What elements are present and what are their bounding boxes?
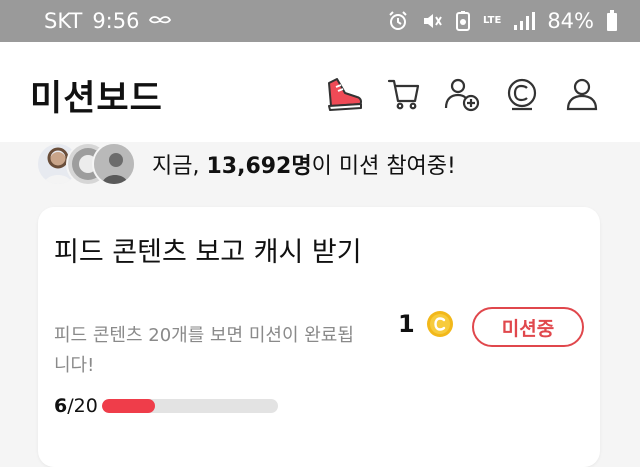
coin-icon <box>425 309 455 339</box>
participants-text: 지금, 13,692명이 미션 참여중! <box>152 148 456 180</box>
lte-icon: LTE <box>483 16 501 26</box>
progress-fill <box>102 399 155 413</box>
cash-icon[interactable] <box>500 72 544 116</box>
carrier-label: SKT <box>44 9 83 33</box>
mission-title: 피드 콘텐츠 보고 캐시 받기 <box>54 237 362 268</box>
add-friend-icon[interactable] <box>440 72 484 116</box>
mission-reward: 1 <box>398 309 455 339</box>
mission-progress: 6/20 <box>54 395 278 417</box>
mission-description: 피드 콘텐츠 20개를 보면 미션이 완료됩니다! <box>54 325 354 376</box>
status-right: LTE 84% <box>387 9 618 33</box>
reward-amount: 1 <box>398 310 415 338</box>
progress-total: /20 <box>67 395 98 417</box>
data-saver-icon <box>455 10 471 32</box>
profile-icon[interactable] <box>560 72 604 116</box>
progress-text: 6/20 <box>54 395 102 417</box>
network-label: LTE <box>482 15 502 26</box>
alarm-icon <box>387 10 409 32</box>
battery-icon <box>606 10 618 32</box>
clock: 9:56 <box>92 9 140 33</box>
mission-card[interactable]: 피드 콘텐츠 보고 캐시 받기 피드 콘텐츠 20개를 보면 미션이 완료됩니다… <box>38 207 600 467</box>
sneaker-icon[interactable] <box>322 72 366 116</box>
mute-icon <box>421 10 443 32</box>
status-left: SKT 9:56 <box>44 9 172 33</box>
participants-suffix: 이 미션 참여중! <box>311 154 456 179</box>
progress-bar <box>102 399 278 413</box>
participants-prefix: 지금, <box>152 154 207 179</box>
mission-status-button[interactable]: 미션중 <box>472 307 584 347</box>
app-header: 미션보드 <box>0 42 640 142</box>
participants-banner: 지금, 13,692명이 미션 참여중! <box>0 142 640 202</box>
cart-icon[interactable] <box>382 72 426 116</box>
participants-count: 13,692명 <box>206 154 312 179</box>
signal-icon <box>513 11 536 31</box>
mustache-icon <box>149 14 172 28</box>
page-title: 미션보드 <box>30 79 163 119</box>
battery-label: 84% <box>547 9 594 33</box>
participant-avatars <box>36 142 136 188</box>
avatar <box>92 142 136 186</box>
status-bar: SKT 9:56 LTE 84% <box>0 0 640 42</box>
progress-current: 6 <box>54 395 68 417</box>
